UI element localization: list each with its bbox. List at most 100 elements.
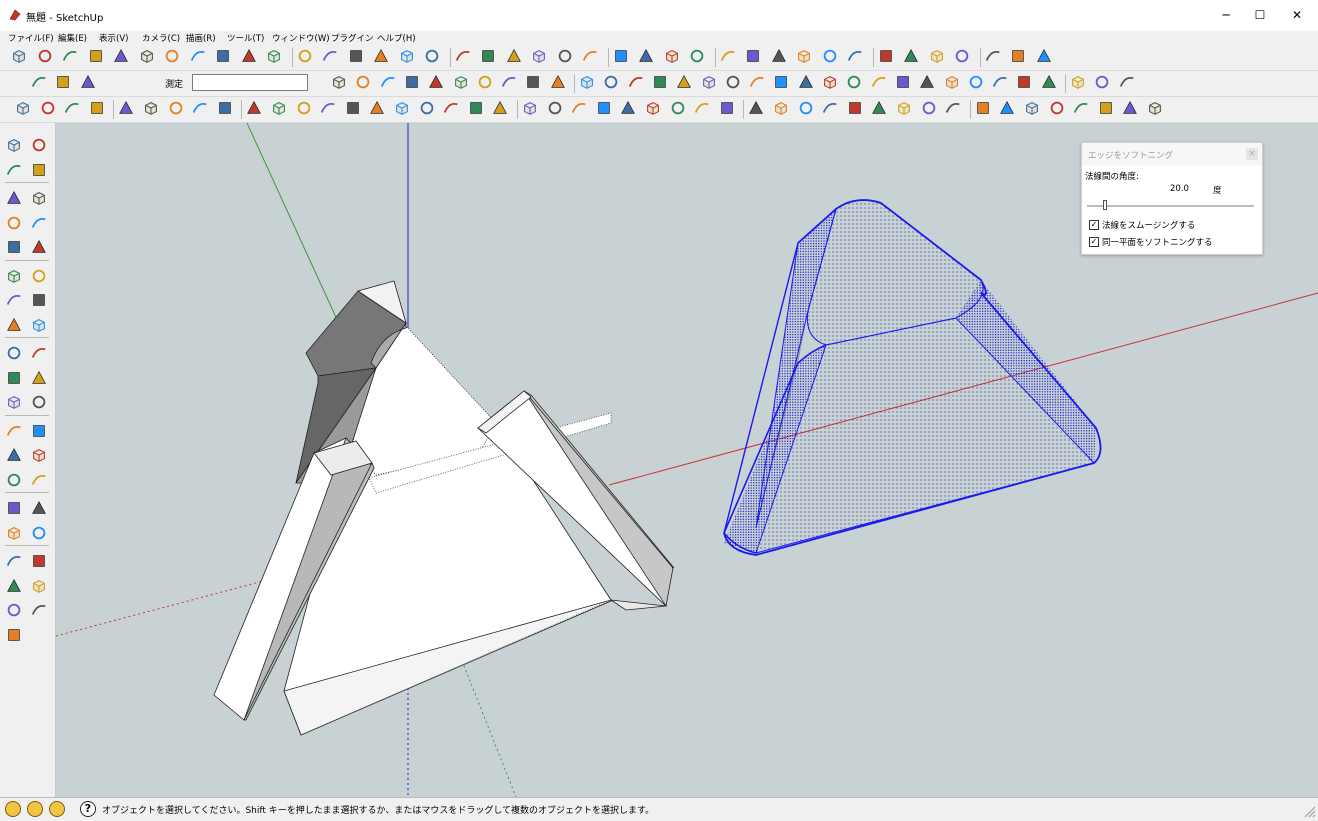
angle-slider-thumb[interactable] — [1103, 200, 1108, 210]
eraser-icon[interactable] — [30, 161, 49, 180]
model-info-icon[interactable] — [265, 47, 285, 67]
drop-icon[interactable] — [368, 99, 388, 119]
surface-8-icon[interactable] — [500, 73, 520, 93]
shaded-icon[interactable] — [556, 47, 576, 67]
right-view-icon[interactable] — [372, 47, 392, 67]
page-icon[interactable] — [953, 47, 973, 67]
pyramid-with-bars[interactable] — [213, 280, 675, 736]
panel-4-icon[interactable] — [1048, 99, 1068, 119]
surface-10-icon[interactable] — [549, 73, 569, 93]
menu-help[interactable]: ヘルプ(H) — [377, 32, 416, 44]
dimension-icon[interactable] — [30, 344, 49, 363]
spin-2-icon[interactable] — [295, 99, 315, 119]
mirror-icon[interactable] — [719, 47, 739, 67]
curve-9-icon[interactable] — [772, 73, 792, 93]
sandbox-6-icon[interactable] — [30, 601, 49, 620]
iso-view-icon[interactable] — [296, 47, 316, 67]
cube-1-icon[interactable] — [521, 99, 541, 119]
look-around-icon[interactable] — [30, 499, 49, 518]
push-icon[interactable] — [770, 47, 790, 67]
follow-me-icon[interactable] — [30, 291, 49, 310]
curve-19-icon[interactable] — [1015, 73, 1035, 93]
back-edges-icon[interactable] — [479, 47, 499, 67]
close-button[interactable]: ✕ — [1280, 0, 1314, 31]
menu-plugins[interactable]: プラグイン — [331, 32, 374, 44]
tape-measure-icon[interactable] — [5, 344, 24, 363]
rewind-icon[interactable] — [39, 99, 59, 119]
section-icon[interactable] — [688, 47, 708, 67]
pencil-2-icon[interactable] — [319, 99, 339, 119]
panel-3-icon[interactable] — [1023, 99, 1043, 119]
pencil-1-icon[interactable] — [270, 99, 290, 119]
help-icon[interactable]: ? — [80, 801, 96, 817]
zoom-window-icon[interactable] — [30, 446, 49, 465]
rotate-icon[interactable] — [5, 291, 24, 310]
arrow-green-1-icon[interactable] — [821, 99, 841, 119]
print-icon[interactable] — [240, 47, 260, 67]
back-view-icon[interactable] — [398, 47, 418, 67]
protractor-icon[interactable] — [5, 369, 24, 388]
arrow-blue-1-icon[interactable] — [895, 99, 915, 119]
rectangle-icon[interactable] — [5, 189, 24, 208]
cylinder-1-icon[interactable] — [570, 99, 590, 119]
orbit-icon[interactable] — [5, 422, 24, 441]
erase-icon[interactable] — [163, 47, 183, 67]
curve-14-icon[interactable] — [894, 73, 914, 93]
monochrome-icon[interactable] — [612, 47, 632, 67]
record-icon[interactable] — [117, 99, 137, 119]
walk-icon[interactable] — [5, 524, 24, 543]
soften-coplanar-checkbox[interactable]: ✓ — [1089, 237, 1099, 247]
front-view-icon[interactable] — [347, 47, 367, 67]
softened-pyramid-selected[interactable] — [723, 199, 1102, 556]
ellipse-icon[interactable] — [393, 99, 413, 119]
panel-1-icon[interactable] — [974, 99, 994, 119]
surface-1-icon[interactable] — [330, 73, 350, 93]
cube-red-icon[interactable] — [54, 73, 74, 93]
xray-icon[interactable] — [454, 47, 474, 67]
solid-3-icon[interactable] — [1118, 73, 1138, 93]
skip-icon[interactable] — [191, 99, 211, 119]
surface-6-icon[interactable] — [452, 73, 472, 93]
component-icon[interactable] — [30, 136, 49, 155]
offset-icon[interactable] — [30, 316, 49, 335]
cylinder-2-icon[interactable] — [619, 99, 639, 119]
pan-icon[interactable] — [30, 422, 49, 441]
speaker-icon[interactable] — [167, 99, 187, 119]
arrow-red-3-icon[interactable] — [797, 99, 817, 119]
hidden-line-icon[interactable] — [530, 47, 550, 67]
sandbox-2-icon[interactable] — [30, 552, 49, 571]
sandbox-1-icon[interactable] — [5, 552, 24, 571]
axes-icon[interactable] — [5, 393, 24, 412]
geo-location-icon[interactable] — [5, 801, 21, 817]
play-icon[interactable] — [14, 99, 34, 119]
cone-1-icon[interactable] — [595, 99, 615, 119]
solid-1-icon[interactable] — [1069, 73, 1089, 93]
scale-icon[interactable] — [5, 316, 24, 335]
curve-8-icon[interactable] — [748, 73, 768, 93]
menu-file[interactable]: ファイル(F) — [8, 32, 54, 44]
redo-icon[interactable] — [214, 47, 234, 67]
arrow-red-2-icon[interactable] — [772, 99, 792, 119]
arrow-green-2-icon[interactable] — [846, 99, 866, 119]
curve-1-icon[interactable] — [578, 73, 598, 93]
curve-10-icon[interactable] — [797, 73, 817, 93]
sphere-1-icon[interactable] — [546, 99, 566, 119]
ui-icon[interactable] — [63, 99, 83, 119]
menu-view[interactable]: 表示(V) — [99, 32, 128, 44]
surface-3-icon[interactable] — [379, 73, 399, 93]
polygon-icon[interactable] — [5, 238, 24, 257]
spin-1-icon[interactable] — [245, 99, 265, 119]
menu-draw[interactable]: 描画(R) — [186, 32, 216, 44]
menu-tools[interactable]: ツール(T) — [227, 32, 264, 44]
curve-18-icon[interactable] — [991, 73, 1011, 93]
shape-green-icon[interactable] — [418, 99, 438, 119]
surface-2-icon[interactable] — [354, 73, 374, 93]
scale-icon[interactable] — [846, 47, 866, 67]
curve-3-icon[interactable] — [627, 73, 647, 93]
left-view-icon[interactable] — [423, 47, 443, 67]
wireframe-icon[interactable] — [505, 47, 525, 67]
lock-icon[interactable] — [1009, 47, 1029, 67]
menu-camera[interactable]: カメラ(C) — [142, 32, 180, 44]
tool-orbit-icon[interactable] — [30, 73, 50, 93]
surface-7-icon[interactable] — [476, 73, 496, 93]
